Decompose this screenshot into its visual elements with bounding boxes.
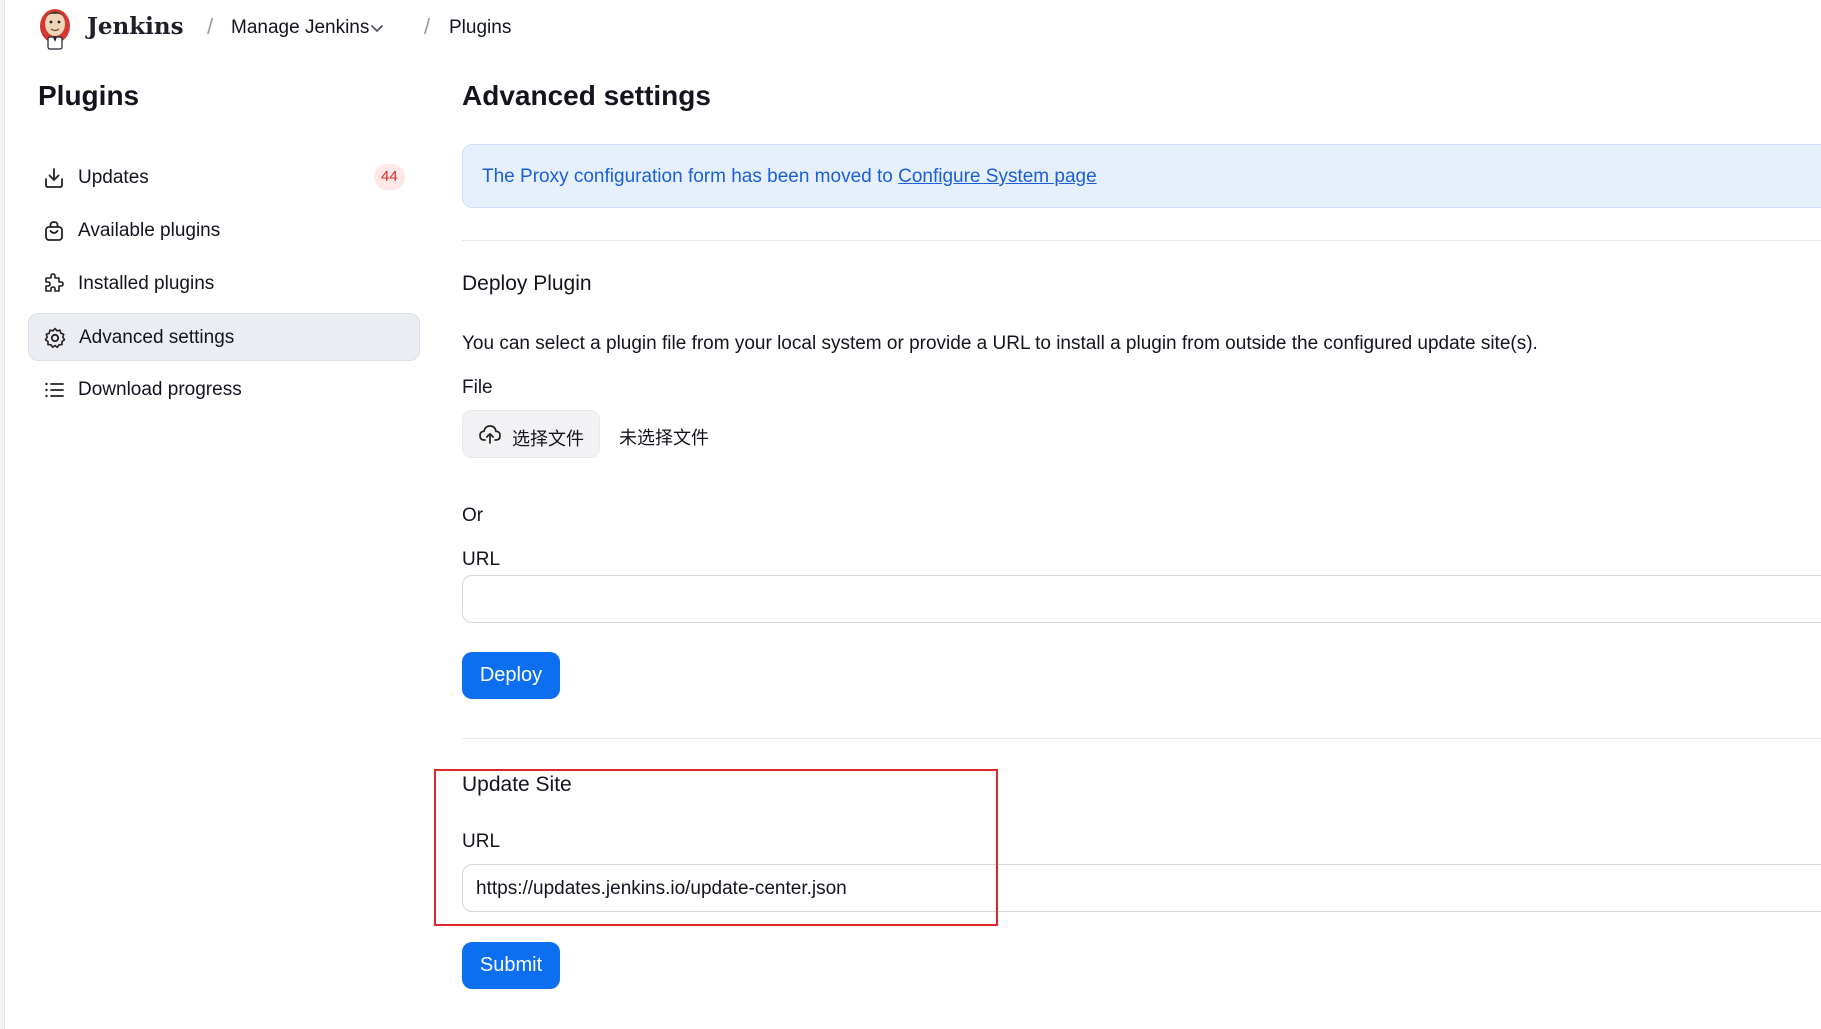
download-icon	[45, 168, 63, 188]
section-divider	[462, 738, 1821, 739]
top-bar: Jenkins / Manage Jenkins / Plugins	[0, 0, 1821, 56]
sidebar-title: Plugins	[38, 80, 140, 111]
updates-count-badge: 44	[374, 164, 405, 190]
notice-text: The Proxy configuration form has been mo…	[482, 166, 1097, 188]
breadcrumb-plugins[interactable]: Plugins	[449, 17, 511, 39]
sidebar-item-label: Advanced settings	[79, 327, 235, 348]
notice-message: The Proxy configuration form has been mo…	[482, 166, 899, 187]
sidebar-item-label: Available plugins	[78, 220, 221, 241]
chevron-down-icon[interactable]	[367, 18, 387, 38]
shopping-bag-icon	[45, 221, 63, 241]
sidebar-item-installed-plugins[interactable]: Installed plugins	[28, 260, 420, 308]
sidebar-item-label: Download progress	[78, 379, 242, 400]
sidebar-item-updates[interactable]: Updates 44	[28, 154, 420, 202]
sidebar-item-download-progress[interactable]: Download progress	[28, 366, 420, 414]
puzzle-icon	[45, 273, 64, 292]
breadcrumb-separator: /	[424, 14, 431, 39]
deploy-description: You can select a plugin file from your l…	[462, 333, 1538, 354]
section-divider	[462, 240, 1821, 241]
sidebar-item-available-plugins[interactable]: Available plugins	[28, 207, 420, 255]
deploy-plugin-heading: Deploy Plugin	[462, 272, 592, 295]
submit-button[interactable]: Submit	[462, 942, 560, 989]
deploy-button[interactable]: Deploy	[462, 652, 560, 699]
page-title: Advanced settings	[462, 80, 711, 111]
gear-icon	[44, 327, 66, 349]
or-label: Or	[462, 505, 484, 526]
deploy-url-label: URL	[462, 549, 501, 570]
breadcrumb-manage-jenkins[interactable]: Manage Jenkins	[231, 17, 369, 39]
window-edge	[0, 0, 5, 1029]
proxy-notice-banner: The Proxy configuration form has been mo…	[462, 144, 1821, 208]
cloud-upload-icon	[479, 425, 501, 444]
no-file-chosen-text: 未选择文件	[619, 428, 709, 448]
highlight-annotation	[434, 769, 998, 926]
breadcrumb-separator: /	[207, 14, 214, 39]
configure-system-link[interactable]: Configure System page	[898, 166, 1097, 187]
sidebar-item-label: Installed plugins	[78, 273, 215, 294]
choose-file-label: 选择文件	[512, 429, 584, 449]
deploy-url-input[interactable]	[462, 575, 1821, 623]
list-icon	[45, 382, 64, 398]
brand-name[interactable]: Jenkins	[87, 13, 184, 40]
choose-file-button[interactable]: 选择文件	[462, 410, 600, 458]
file-label: File	[462, 377, 493, 398]
sidebar-item-label: Updates	[78, 167, 149, 188]
jenkins-logo[interactable]	[36, 4, 74, 52]
sidebar-item-advanced-settings[interactable]: Advanced settings	[28, 313, 420, 361]
